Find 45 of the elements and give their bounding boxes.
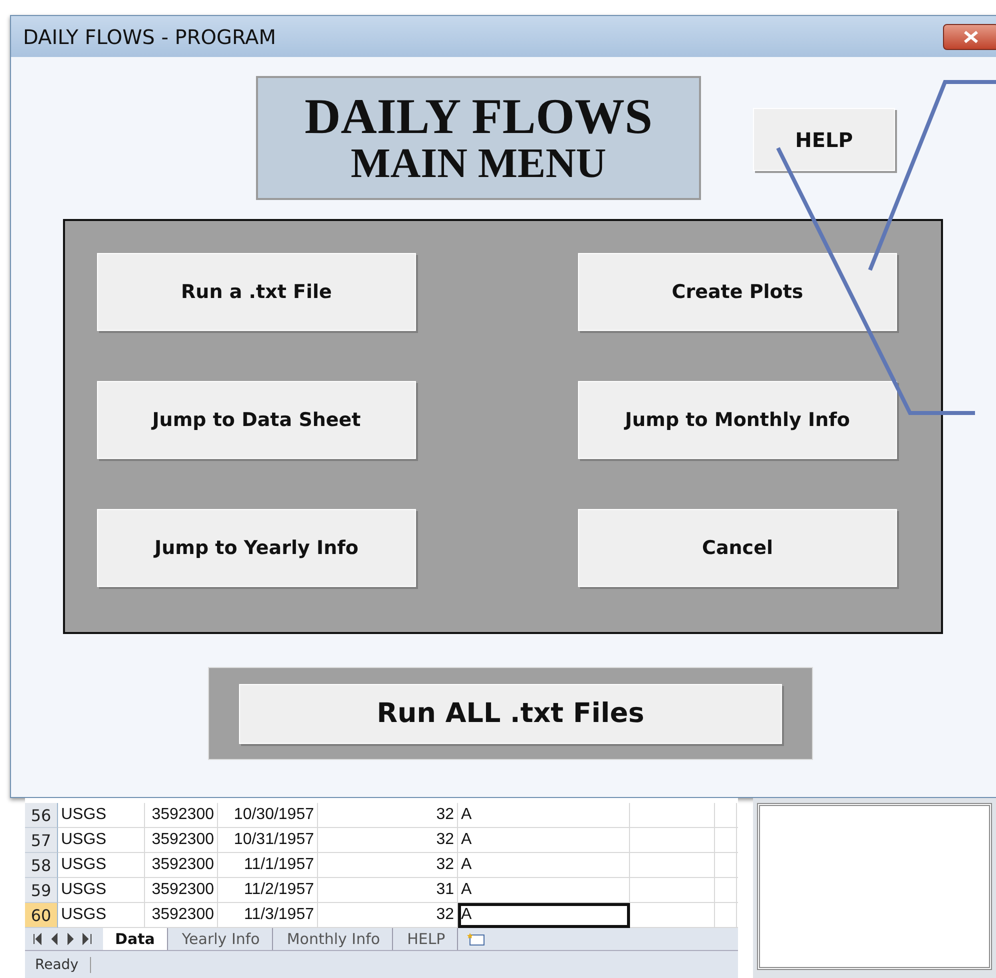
table-cell: 3592300 <box>145 853 218 878</box>
table-cell: USGS <box>58 828 145 853</box>
table-cell: USGS <box>58 853 145 878</box>
table-cell: 32 <box>318 828 458 853</box>
table-cell: 11/2/1957 <box>218 878 318 903</box>
sheet-tab[interactable]: Monthly Info <box>274 928 394 950</box>
menu-heading: MAIN MENU <box>350 142 606 186</box>
menu-button[interactable]: Jump to Monthly Info <box>578 381 897 459</box>
row-header[interactable]: 56 <box>25 803 58 828</box>
table-cell: A <box>458 853 630 878</box>
table-cell: 32 <box>318 803 458 828</box>
table-cell: USGS <box>58 803 145 828</box>
table-cell: 3592300 <box>145 803 218 828</box>
row-header[interactable]: 57 <box>25 828 58 853</box>
help-button[interactable]: HELP <box>753 108 895 171</box>
table-cell: 10/30/1957 <box>218 803 318 828</box>
menu-button[interactable]: Jump to Yearly Info <box>97 509 416 587</box>
window-title: DAILY FLOWS - PROGRAM <box>23 24 276 48</box>
menu-heading: DAILY FLOWS <box>304 90 652 142</box>
table-cell: 11/1/1957 <box>218 853 318 878</box>
table-cell: A <box>458 903 630 928</box>
new-sheet-icon[interactable] <box>466 931 486 947</box>
table-cell: 3592300 <box>145 878 218 903</box>
sheet-tab[interactable]: HELP <box>395 928 458 950</box>
menu-button[interactable]: Create Plots <box>578 253 897 331</box>
sheet-tab[interactable]: Yearly Info <box>170 928 273 950</box>
table-cell: A <box>458 828 630 853</box>
run-all-button[interactable]: Run ALL .txt Files <box>239 684 782 744</box>
table-cell: 3592300 <box>145 828 218 853</box>
sheet-tab[interactable]: Data <box>103 928 168 950</box>
table-cell: 31 <box>318 878 458 903</box>
row-header[interactable]: 59 <box>25 878 58 903</box>
close-button[interactable] <box>943 24 996 50</box>
table-cell: 10/31/1957 <box>218 828 318 853</box>
menu-button[interactable]: Cancel <box>578 509 897 587</box>
row-header[interactable]: 60 <box>25 903 58 928</box>
table-cell: 32 <box>318 853 458 878</box>
menu-button[interactable]: Run a .txt File <box>97 253 416 331</box>
menu-button[interactable]: Jump to Data Sheet <box>97 381 416 459</box>
table-cell: USGS <box>58 878 145 903</box>
close-icon <box>963 30 979 44</box>
status-text: Ready <box>35 956 92 972</box>
row-header[interactable]: 58 <box>25 853 58 878</box>
table-cell: A <box>458 878 630 903</box>
table-cell: A <box>458 803 630 828</box>
